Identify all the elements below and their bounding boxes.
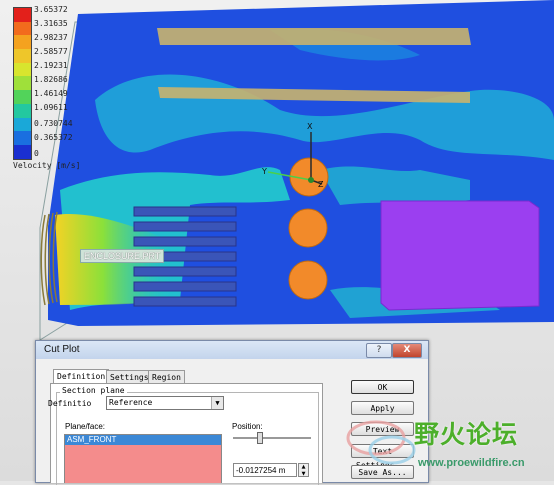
plate-top xyxy=(157,28,471,45)
chevron-down-icon[interactable]: ▼ xyxy=(211,397,223,409)
legend-value: 0.730744 xyxy=(34,119,73,128)
axis-label-y: Y xyxy=(262,167,267,176)
legend-title: Velocity [m/s] xyxy=(13,161,81,170)
ok-button[interactable]: OK xyxy=(351,380,414,394)
legend-value: 3.31635 xyxy=(34,19,68,28)
legend-value: 1.82686 xyxy=(34,75,68,84)
legend-swatch xyxy=(14,62,31,77)
legend-swatch xyxy=(14,76,31,91)
legend-value: 2.58577 xyxy=(34,47,68,56)
legend-swatch xyxy=(14,8,31,22)
tab-settings[interactable]: Settings xyxy=(106,370,153,384)
legend-value: 2.98237 xyxy=(34,33,68,42)
watermark-title: 野火论坛 xyxy=(414,420,519,449)
legend-swatch xyxy=(14,21,31,36)
apply-button[interactable]: Apply xyxy=(351,401,414,415)
component-2 xyxy=(288,208,328,248)
plane-face-list[interactable]: ASM_FRONT xyxy=(64,434,222,483)
legend-swatch xyxy=(14,35,31,50)
legend-swatch xyxy=(14,103,31,118)
legend-color-bar xyxy=(13,7,32,160)
help-button[interactable]: ? xyxy=(366,343,392,358)
legend-swatch xyxy=(14,49,31,63)
legend-value: 1.46149 xyxy=(34,89,68,98)
legend-value: 0 xyxy=(34,149,39,158)
slider-thumb[interactable] xyxy=(257,432,263,444)
legend-value: 2.19231 xyxy=(34,61,68,70)
part-label: ENCLOSURE.PRT xyxy=(80,249,165,263)
legend-swatch xyxy=(14,144,31,159)
legend-value: 0.365372 xyxy=(34,133,73,142)
section-plane-label: Section plane xyxy=(60,386,127,395)
tab-definition[interactable]: Definition xyxy=(53,369,110,384)
axis-label-z: Z xyxy=(318,180,324,189)
watermark-url: www.proewildfire.cn xyxy=(418,457,525,469)
axis-label-x: X xyxy=(307,122,313,131)
definition-label: Definitio xyxy=(48,399,92,408)
component-3 xyxy=(288,260,328,300)
definition-value: Reference xyxy=(109,398,153,407)
legend-swatch xyxy=(14,90,31,104)
position-slider[interactable] xyxy=(233,437,311,440)
definition-select[interactable]: Reference ▼ xyxy=(106,396,224,410)
position-label: Position: xyxy=(232,422,263,431)
legend-value: 1.09611 xyxy=(34,103,68,112)
plane-face-label: Plane/face: xyxy=(65,422,106,431)
component-box xyxy=(380,200,540,311)
close-button[interactable]: X xyxy=(392,343,422,358)
list-item[interactable]: ASM_FRONT xyxy=(65,435,221,445)
position-spinner[interactable]: ▲ ▼ xyxy=(298,463,309,477)
legend-swatch xyxy=(14,131,31,145)
position-input[interactable]: -0.0127254 m xyxy=(233,463,297,477)
legend-value: 3.65372 xyxy=(34,5,68,14)
tab-region[interactable]: Region xyxy=(148,370,185,384)
legend-swatch xyxy=(14,117,31,132)
